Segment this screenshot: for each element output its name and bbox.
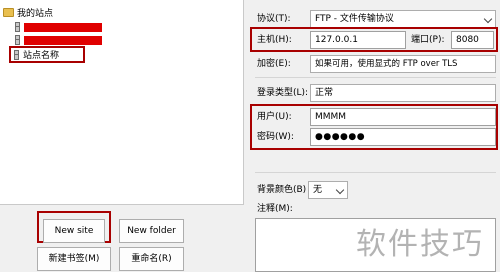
bg-color-value: 无 — [313, 185, 323, 195]
tree-item-new-site[interactable]: 站点名称 — [9, 46, 85, 63]
site-tree[interactable]: 我的站点 站点名称 — [0, 0, 244, 205]
encryption-label: 加密(E): — [257, 59, 291, 69]
bg-color-select[interactable]: 无 — [308, 181, 348, 199]
logon-type-label: 登录类型(L): — [257, 88, 309, 98]
protocol-select[interactable]: FTP - 文件传输协议 — [310, 10, 496, 28]
redacted-site-name — [24, 35, 102, 45]
logon-type-value: 正常 — [315, 88, 334, 98]
folder-icon — [3, 7, 14, 17]
rename-button[interactable]: 重命名(R) — [119, 247, 184, 271]
encryption-value: 如果可用，使用显式的 FTP over TLS — [315, 59, 458, 69]
divider — [255, 77, 496, 78]
chevron-down-icon — [483, 14, 493, 24]
encryption-select[interactable]: 如果可用，使用显式的 FTP over TLS — [310, 55, 496, 73]
watermark-text: 软件技巧 — [356, 227, 484, 262]
password-input[interactable]: ●●●●●● — [310, 128, 496, 146]
tree-item-redacted-1[interactable] — [15, 20, 102, 34]
port-label: 端口(P): — [411, 35, 445, 45]
port-input[interactable]: 8080 — [451, 31, 494, 49]
chevron-down-icon — [335, 185, 345, 195]
comments-label: 注释(M): — [257, 204, 293, 214]
host-label: 主机(H): — [257, 35, 292, 45]
user-label: 用户(U): — [257, 112, 292, 122]
password-label: 密码(W): — [257, 132, 294, 142]
user-input[interactable]: MMMM — [310, 108, 496, 126]
new-folder-button[interactable]: New folder — [119, 219, 184, 243]
divider — [255, 172, 496, 173]
new-site-button[interactable]: New site — [43, 219, 105, 243]
server-icon — [15, 35, 20, 45]
host-input[interactable]: 127.0.0.1 — [310, 31, 406, 49]
tree-new-site-label: 站点名称 — [23, 51, 60, 61]
redacted-site-name — [24, 22, 102, 32]
server-icon — [15, 22, 20, 32]
logon-type-select[interactable]: 正常 — [310, 84, 496, 102]
protocol-value: FTP - 文件传输协议 — [315, 14, 394, 24]
tree-root-label: 我的站点 — [17, 8, 54, 19]
new-bookmark-button[interactable]: 新建书签(M) — [37, 247, 111, 271]
tree-item-my-sites[interactable]: 我的站点 — [3, 5, 53, 19]
protocol-label: 协议(T): — [257, 14, 291, 24]
tree-item-redacted-2[interactable] — [15, 33, 102, 47]
server-icon — [14, 49, 19, 60]
bg-color-label: 背景颜色(B) — [257, 185, 307, 195]
